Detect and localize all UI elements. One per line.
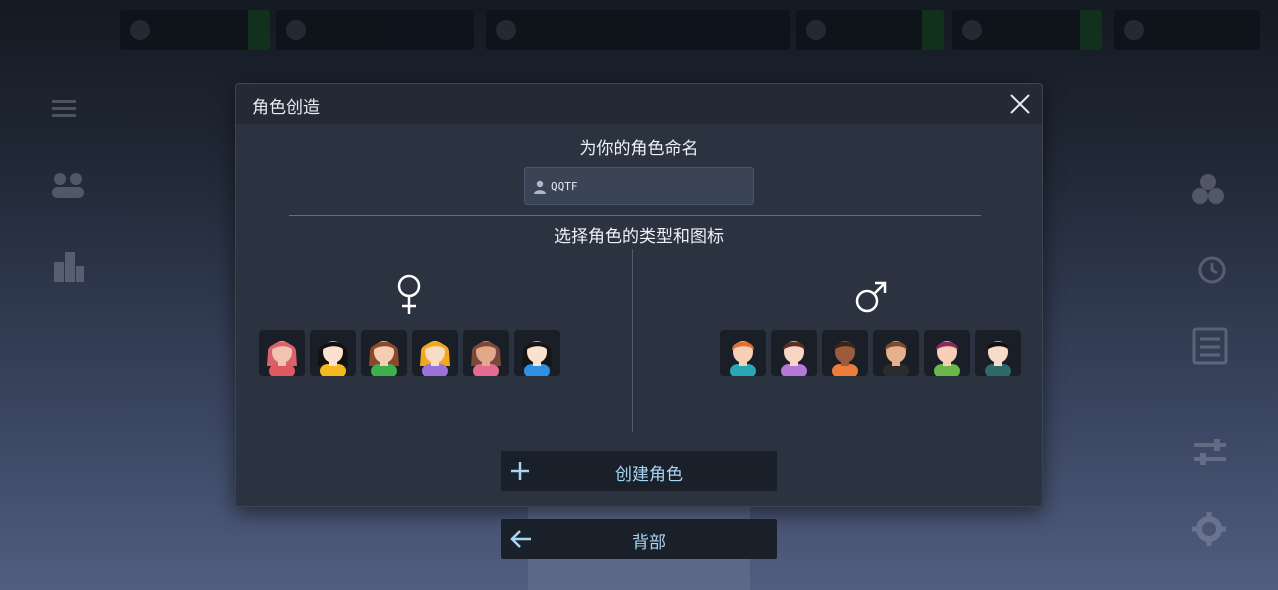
type-prompt: 选择角色的类型和图标 [554,227,724,247]
female-avatar-3[interactable] [361,330,407,376]
sliders-icon [1192,437,1228,467]
hud-reputation [1114,10,1260,50]
user-icon [533,179,547,198]
coin-icon [806,20,826,40]
close-button[interactable] [1008,92,1032,116]
create-character-label: 创建角色 [615,465,683,485]
ledger-icon [1192,327,1228,365]
name-prompt: 为你的角色命名 [579,139,699,159]
male-avatar-row [720,330,1021,376]
divider [289,215,981,216]
gender-divider [632,249,633,432]
name-field[interactable] [524,167,754,205]
dialog-header: 角色创造 [236,84,1042,124]
history-icon [1194,254,1228,286]
people-icon [50,170,86,200]
male-icon [854,280,888,318]
back-button[interactable]: 背部 [501,519,777,559]
character-creation-dialog: 角色创造 为你的角色命名 选择角色的类型和图标 [235,83,1043,507]
top-hud-bar [0,10,1278,50]
stats-icon [1190,170,1226,206]
bank-icon [962,20,982,40]
female-avatar-6[interactable] [514,330,560,376]
bolt-icon [286,20,306,40]
female-avatar-5[interactable] [463,330,509,376]
hud-bank [952,10,1102,50]
male-avatar-1[interactable] [720,330,766,376]
female-avatar-2[interactable] [310,330,356,376]
female-avatar-row [259,330,560,376]
gear-icon [1190,510,1228,548]
male-avatar-2[interactable] [771,330,817,376]
male-avatar-6[interactable] [975,330,1021,376]
clock-icon [496,20,516,40]
menu-icon [52,98,76,120]
female-avatar-1[interactable] [259,330,305,376]
heart-icon [1124,20,1144,40]
hud-money [796,10,944,50]
back-label: 背部 [632,533,666,553]
hud-time [486,10,790,50]
close-icon [1010,94,1030,114]
name-input[interactable] [551,168,747,204]
hud-energy [276,10,474,50]
female-icon [396,274,422,320]
shield-icon [130,20,150,40]
male-avatar-4[interactable] [873,330,919,376]
dialog-title: 角色创造 [252,98,320,118]
create-character-button[interactable]: 创建角色 [501,451,777,491]
male-avatar-3[interactable] [822,330,868,376]
buildings-icon [52,248,86,284]
male-avatar-5[interactable] [924,330,970,376]
hud-health [120,10,270,50]
female-avatar-4[interactable] [412,330,458,376]
